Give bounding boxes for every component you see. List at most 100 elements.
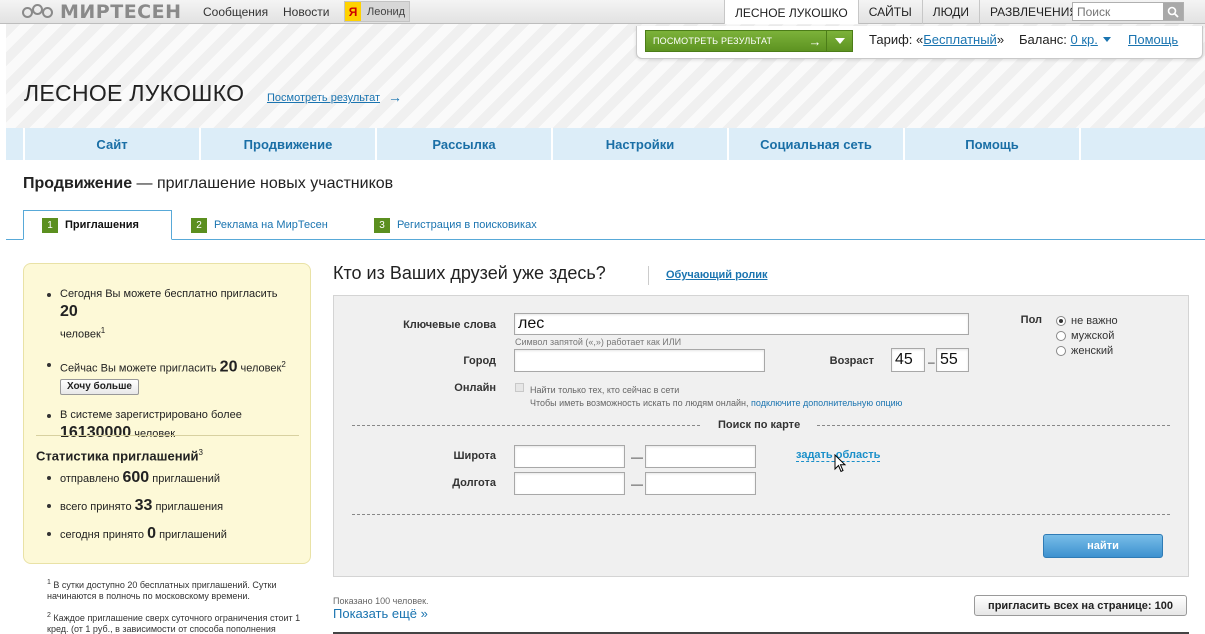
radio-checked-icon [1056,316,1066,326]
arrow-right-icon: → [808,33,822,49]
view-result-link[interactable]: Посмотреть результат [267,92,380,104]
tab-search-engines[interactable]: 3 Регистрация в поисковиках [374,210,537,240]
top-search-input[interactable] [1073,3,1163,20]
logo-text: МИРТЕСЕН [60,1,182,23]
stats-list: отправлено 600 приглашений всего принято… [46,469,296,553]
main-nav-promotion[interactable]: Продвижение [201,128,377,160]
gender-option-any[interactable]: не важно [1056,315,1118,327]
gender-option-female[interactable]: женский [1056,345,1113,357]
sent-text: отправлено [60,473,123,485]
latitude-from-input[interactable] [514,445,625,468]
user-chip[interactable]: Я Леонид [344,1,410,22]
arrow-right-icon: → [388,89,402,105]
list-item: отправлено 600 приглашений [46,469,296,488]
free-invites-count: 20 [60,303,78,320]
main-title: Кто из Ваших друзей уже здесь? [333,263,606,283]
people-search-form: Ключевые слова Символ запятой («,») рабо… [333,295,1189,577]
longitude-to-input[interactable] [645,472,756,495]
footnote-ref: 3 [198,448,203,457]
user-name: Леонид [367,5,406,18]
online-label: Онлайн [454,382,496,394]
longitude-from-input[interactable] [514,472,625,495]
registered-count: 16130000 [60,424,132,442]
search-button[interactable] [1163,3,1183,20]
show-more-link[interactable]: Показать ещё » [333,606,428,621]
age-dash: – [928,355,935,369]
map-search-title: Поиск по карте [702,419,817,431]
logo[interactable]: МИРТЕСЕН [22,1,182,23]
main-nav: Сайт Продвижение Рассылка Настройки Соци… [6,128,1205,160]
sidebar-divider [36,435,299,436]
online-option-link[interactable]: подключите дополнительную опцию [751,398,902,408]
balance-link[interactable]: 0 кр. [1070,32,1097,47]
footnote-ref: 2 [281,359,286,369]
footnote-text: Каждое приглашение сверх суточного огран… [47,613,301,634]
today-count: 0 [147,525,157,542]
view-result-dropdown[interactable] [826,31,852,51]
latitude-to-input[interactable] [645,445,756,468]
age-from-input[interactable] [891,348,925,372]
invite-all-button[interactable]: пригласить всех на странице: 100 [974,595,1187,616]
age-to-input[interactable] [936,348,969,372]
keywords-label: Ключевые слова [403,319,496,331]
view-result-button-label: ПОСМОТРЕТЬ РЕЗУЛЬТАТ [653,36,773,46]
main-nav-settings[interactable]: Настройки [553,128,729,160]
shown-count: Показано 100 человек. [333,596,429,606]
keywords-input[interactable] [514,313,969,335]
gender-option-male[interactable]: мужской [1056,330,1114,342]
tab-number: 1 [42,217,58,233]
accepted-unit: приглашения [152,501,224,513]
stats-title: Статистика приглашений3 [36,448,203,463]
want-more-button[interactable]: Хочу больше [60,379,139,396]
tutorial-link[interactable]: Обучающий ролик [666,269,768,281]
help-link[interactable]: Помощь [1128,32,1178,47]
latitude-dash: — [631,450,643,464]
tariff-close: » [996,32,1005,47]
gender-label: Пол [1020,314,1042,326]
main-nav-social[interactable]: Социальная сеть [729,128,905,160]
top-nav-site[interactable]: ЛЕСНОЕ ЛУКОШКО [724,0,858,25]
gender-option-label: не важно [1071,315,1118,327]
mouse-cursor-icon [834,454,847,473]
result-panel: ПОСМОТРЕТЬ РЕЗУЛЬТАТ → Тариф: «Бесплатны… [636,26,1203,59]
online-checkbox[interactable] [515,383,524,392]
sent-count: 600 [122,469,150,486]
tab-invitations[interactable]: 1 Приглашения [23,210,172,240]
gender-option-label: женский [1071,345,1114,357]
latitude-label: Широта [453,450,497,462]
balance: Баланс: 0 кр. [1019,32,1111,47]
sent-unit: приглашений [149,473,221,485]
accepted-count: 33 [134,497,153,514]
online-hint-text-2: Чтобы иметь возможность искать по людям … [530,398,752,408]
invite-limits-list: Сегодня Вы можете бесплатно пригласить 2… [46,286,296,455]
footnote-1: 1 В сутки доступно 20 бесплатных приглаш… [47,577,302,602]
tab-advertising[interactable]: 2 Реклама на МирТесен [191,210,328,240]
top-nav-people[interactable]: ЛЮДИ [921,0,979,24]
tariff-link[interactable]: Бесплатный [923,32,997,47]
main-nav-mailing[interactable]: Рассылка [377,128,553,160]
page-heading: Продвижение — приглашение новых участник… [23,175,393,193]
main-nav-site[interactable]: Сайт [25,128,201,160]
title-divider [648,266,649,285]
view-result-button[interactable]: ПОСМОТРЕТЬ РЕЗУЛЬТАТ → [645,30,853,52]
radio-icon [1056,331,1066,341]
registered-text: В системе зарегистрировано более [60,409,242,422]
chevron-down-icon [834,38,845,44]
page-heading-bold: Продвижение [23,175,133,192]
list-item: В системе зарегистрировано более 16130000… [46,407,296,443]
tab-label: Реклама на МирТесен [214,219,328,231]
balance-dropdown-icon[interactable] [1102,37,1111,42]
online-hint: Найти только тех, кто сейчас в сети Чтоб… [530,384,902,410]
top-search [1072,2,1184,21]
find-button[interactable]: найти [1043,534,1163,558]
messages-link[interactable]: Сообщения [203,5,268,19]
footnotes: 1 В сутки доступно 20 бесплатных приглаш… [47,577,302,634]
main-nav-help[interactable]: Помощь [905,128,1081,160]
footnote-2: 2 Каждое приглашение сверх суточного огр… [47,610,302,634]
top-nav-sites[interactable]: САЙТЫ [857,0,922,24]
today-unit: приглашений [156,529,227,541]
city-input[interactable] [514,349,765,372]
tabs-divider [6,239,1205,240]
paid-invites-count: 20 [219,358,238,376]
news-link[interactable]: Новости [283,5,329,19]
